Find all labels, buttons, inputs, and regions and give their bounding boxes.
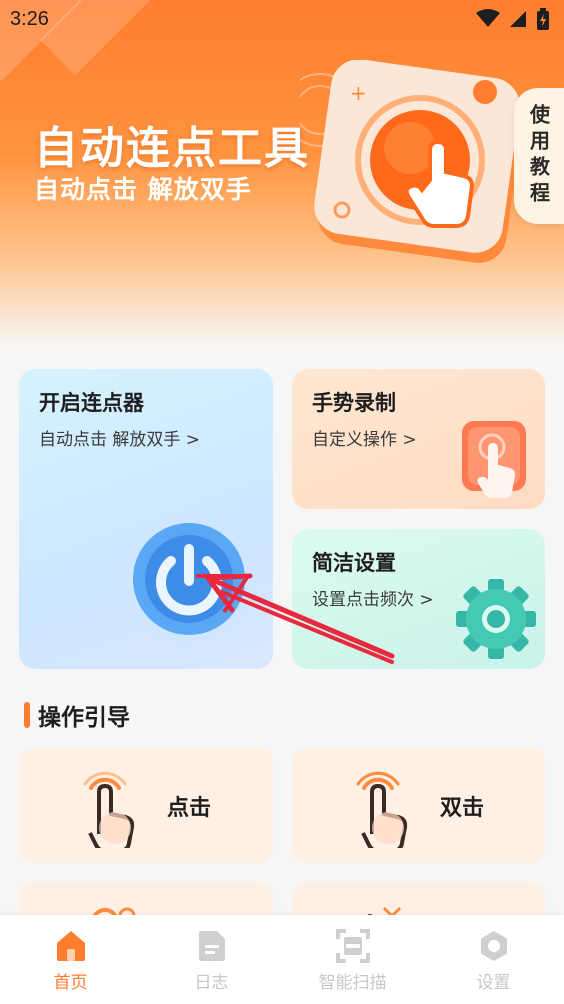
status-bar: 3:26 (0, 0, 564, 40)
gesture-record-title: 手势录制 (312, 391, 396, 415)
guide-section-label: 操作引导 (38, 705, 130, 731)
guide-item-tap[interactable]: 点击 (19, 748, 273, 863)
tutorial-label: 使用教程 (526, 104, 551, 208)
banner-title: 自动连点工具 (34, 123, 310, 174)
status-time: 3:26 (10, 8, 49, 30)
guide-section-title: 操作引导 (24, 698, 130, 732)
tap-hand-icon (462, 421, 526, 498)
header-banner: 自动连点工具 自动点击 解放双手 + 使用教程 (0, 0, 564, 345)
start-clicker-subtitle: 自动点击 解放双手 > (39, 430, 201, 450)
guide-label-tap: 点击 (167, 796, 212, 821)
simple-settings-card[interactable]: 简洁设置 设置点击频次 > (292, 529, 545, 669)
nav-log[interactable]: 日志 (141, 915, 282, 1004)
wifi-icon (476, 9, 500, 27)
nav-smart-scan[interactable]: 智能扫描 (282, 915, 423, 1004)
gear-icon (456, 579, 536, 659)
start-clicker-title: 开启连点器 (39, 391, 144, 415)
clicker-device-illustration: + (300, 60, 524, 263)
nav-home-label: 首页 (53, 973, 88, 993)
guide-label-double-tap: 双击 (440, 796, 485, 821)
guide-item-double-tap[interactable]: 双击 (292, 748, 545, 863)
start-clicker-card[interactable]: 开启连点器 自动点击 解放双手 > (19, 369, 273, 669)
simple-settings-title: 简洁设置 (312, 551, 396, 575)
section-accent-bar (24, 702, 30, 728)
scan-icon (335, 929, 370, 963)
gesture-record-subtitle: 自定义操作 > (312, 430, 417, 450)
double-tap-icon (356, 771, 408, 848)
power-icon[interactable] (119, 509, 259, 649)
bottom-navigation: 首页 日志 智能扫描 设置 (0, 915, 564, 1004)
tutorial-button[interactable]: 使用教程 (514, 88, 564, 224)
settings-icon (480, 931, 507, 961)
signal-icon (510, 11, 526, 27)
simple-settings-subtitle: 设置点击频次 > (312, 590, 434, 610)
battery-icon (537, 8, 549, 30)
nav-settings[interactable]: 设置 (423, 915, 564, 1004)
gesture-record-card[interactable]: 手势录制 自定义操作 > (292, 369, 545, 509)
finger-tap-icon (83, 771, 135, 848)
document-icon (198, 931, 225, 961)
banner-subtitle: 自动点击 解放双手 (34, 175, 252, 204)
svg-text:+: + (350, 81, 367, 105)
nav-smart-scan-label: 智能扫描 (318, 973, 387, 993)
nav-home[interactable]: 首页 (0, 915, 141, 1004)
nav-settings-label: 设置 (476, 973, 511, 993)
home-icon (56, 931, 85, 961)
nav-log-label: 日志 (194, 973, 229, 993)
